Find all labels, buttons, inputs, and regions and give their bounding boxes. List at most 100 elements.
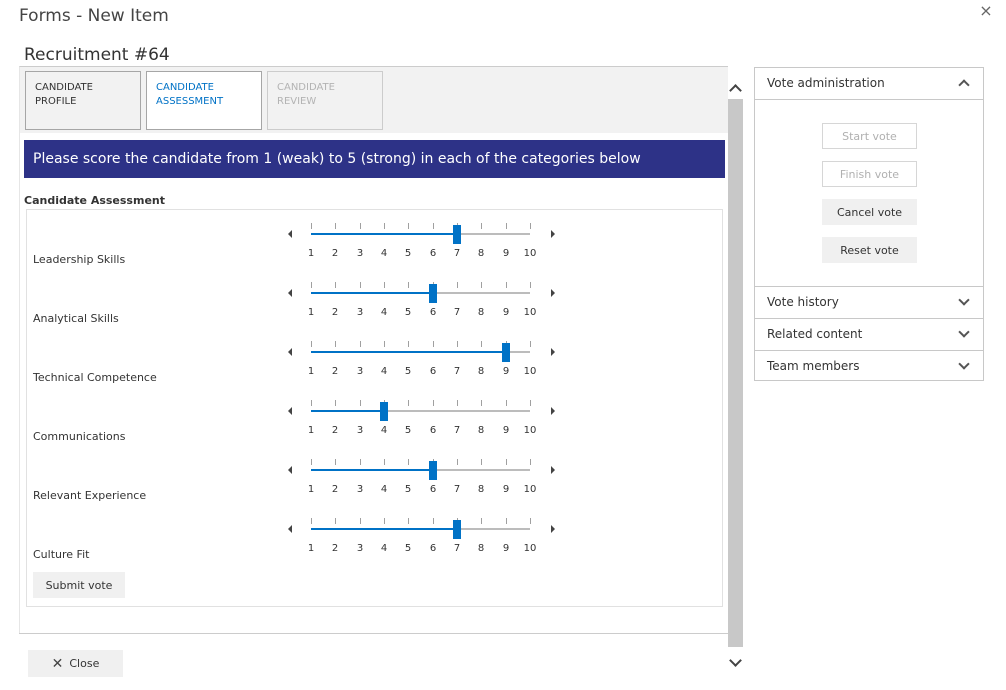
slider-tick [506,400,507,406]
tick-label: 8 [477,484,485,495]
main-scrollbar[interactable] [728,76,743,679]
slider-thumb[interactable] [429,461,437,480]
slider-tick [384,341,385,347]
slider-tick [506,223,507,229]
chevron-down-icon [958,326,970,338]
tick-label: 6 [429,425,437,436]
slider-thumb[interactable] [502,343,510,362]
tick-label: 2 [331,543,339,554]
slider-track[interactable] [311,292,530,294]
increment-arrow-icon[interactable] [551,466,555,474]
assessment-box: Leadership Skills 1 2 3 4 5 6 7 8 9 10 Analytical S… [26,209,723,607]
scroll-down-arrow-icon[interactable] [729,654,742,667]
slider-tick [506,282,507,288]
slider-fill [311,292,433,294]
reset-vote-button[interactable]: Reset vote [822,237,917,263]
tick-label: 4 [380,425,388,436]
criterion-row-leadership-skills: Leadership Skills 1 2 3 4 5 6 7 8 9 10 [27,210,722,269]
slider-tick [457,282,458,288]
accordion-divider [755,99,983,100]
vote-history-title: Vote history [767,295,839,309]
decrement-arrow-icon[interactable] [288,289,292,297]
tick-label: 10 [523,366,537,377]
tick-label: 9 [502,543,510,554]
tick-label: 8 [477,543,485,554]
slider-tick [457,341,458,347]
slider-tick [530,223,531,229]
slider-tick [335,223,336,229]
slider-tick [360,282,361,288]
tick-label: 3 [356,366,364,377]
slider-tick [408,341,409,347]
decrement-arrow-icon[interactable] [288,407,292,415]
decrement-arrow-icon[interactable] [288,230,292,238]
cancel-vote-button[interactable]: Cancel vote [822,199,917,225]
slider-tick [360,341,361,347]
tab-candidate-profile[interactable]: CANDIDATE PROFILE [25,71,141,130]
close-icon[interactable]: × [978,1,994,21]
tick-label: 7 [453,543,461,554]
scroll-up-arrow-icon[interactable] [729,84,742,97]
tick-label: 9 [502,425,510,436]
close-button[interactable]: ✕ Close [28,650,123,677]
slider-tick [335,518,336,524]
increment-arrow-icon[interactable] [551,230,555,238]
slider-thumb[interactable] [453,225,461,244]
tick-label: 1 [307,366,315,377]
slider-tick [481,341,482,347]
decrement-arrow-icon[interactable] [288,525,292,533]
submit-vote-button[interactable]: Submit vote [33,572,125,598]
slider-tick [360,518,361,524]
increment-arrow-icon[interactable] [551,348,555,356]
slider-thumb[interactable] [453,520,461,539]
decrement-arrow-icon[interactable] [288,466,292,474]
criterion-label: Communications [33,430,126,443]
increment-arrow-icon[interactable] [551,289,555,297]
slider-tick [481,282,482,288]
tick-label: 5 [404,248,412,259]
slider-tick [335,459,336,465]
tick-label: 1 [307,543,315,554]
tab-candidate-assessment[interactable]: CANDIDATE ASSESSMENT [146,71,262,130]
slider-tick [360,459,361,465]
tick-label: 4 [380,366,388,377]
instruction-banner: Please score the candidate from 1 (weak)… [24,140,725,178]
slider-thumb[interactable] [380,402,388,421]
increment-arrow-icon[interactable] [551,407,555,415]
decrement-arrow-icon[interactable] [288,348,292,356]
increment-arrow-icon[interactable] [551,525,555,533]
start-vote-button: Start vote [822,123,917,149]
slider-tick [433,518,434,524]
tick-label: 5 [404,425,412,436]
slider-track[interactable] [311,233,530,235]
slider-tick [506,459,507,465]
criterion-row-culture-fit: Culture Fit 1 2 3 4 5 6 7 8 9 10 [27,505,722,564]
slider-track[interactable] [311,410,530,412]
tick-label: 9 [502,248,510,259]
tick-label: 3 [356,248,364,259]
criterion-label: Culture Fit [33,548,90,561]
tick-label: 8 [477,248,485,259]
slider-tick [408,400,409,406]
tick-label: 8 [477,366,485,377]
slider-track[interactable] [311,351,530,353]
tick-label: 5 [404,543,412,554]
related-content-header[interactable]: Related content [755,319,983,350]
slider-tick [481,223,482,229]
slider-thumb[interactable] [429,284,437,303]
main-form-panel: CANDIDATE PROFILE CANDIDATE ASSESSMENT CAN… [19,66,728,633]
vote-administration-header[interactable]: Vote administration [755,68,983,99]
tick-label: 2 [331,248,339,259]
vote-history-header[interactable]: Vote history [755,287,983,318]
slider-tick [360,223,361,229]
slider-track[interactable] [311,528,530,530]
tick-label: 7 [453,366,461,377]
team-members-header[interactable]: Team members [755,351,983,382]
slider-track[interactable] [311,469,530,471]
criterion-row-relevant-experience: Relevant Experience 1 2 3 4 5 6 7 8 9 10 [27,446,722,505]
criterion-label: Technical Competence [33,371,157,384]
tick-label: 2 [331,425,339,436]
section-heading: Candidate Assessment [24,194,165,207]
tick-label: 1 [307,307,315,318]
scroll-thumb[interactable] [728,99,743,647]
